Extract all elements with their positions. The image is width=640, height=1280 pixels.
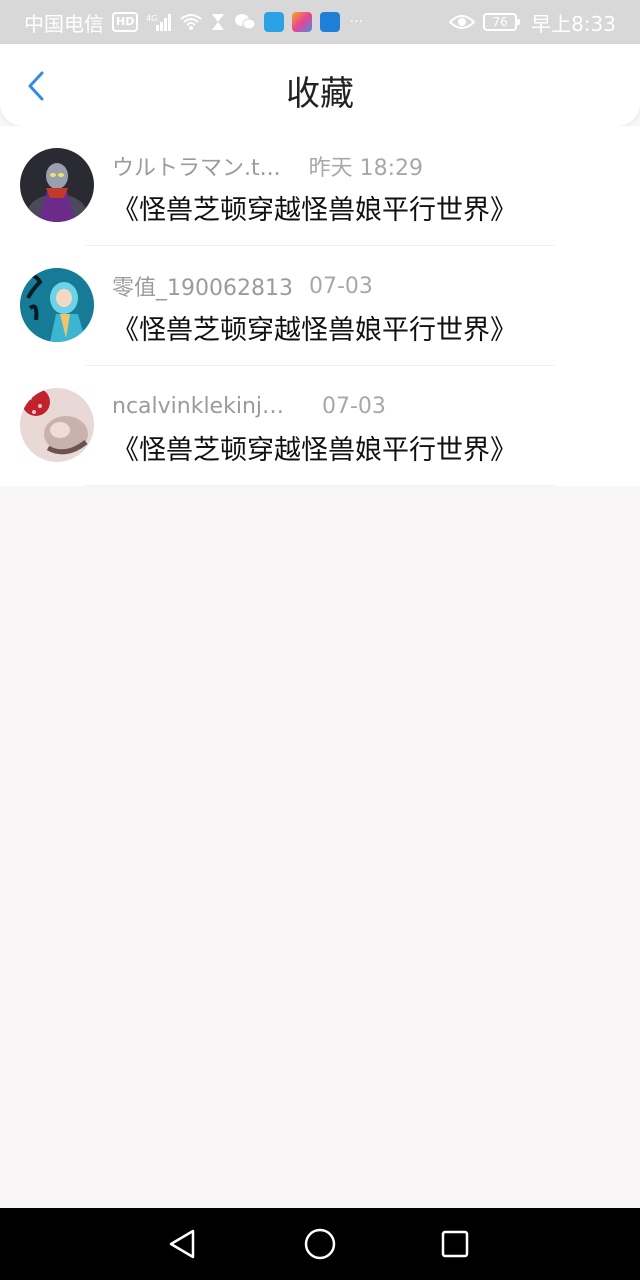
list-item[interactable]: ウルトラマン.t... 昨天 18:29 《怪兽芝顿穿越怪兽娘平行世界》 [0,126,640,246]
username[interactable]: 零值_190062813 [112,270,293,302]
item-meta: ウルトラマン.t... 昨天 18:29 [112,150,423,182]
username[interactable]: ncalvinklekinje... [112,394,294,419]
home-circle-icon[interactable] [302,1226,338,1262]
app-icon-multicolor [292,12,313,32]
item-meta: 零值_190062813 07-03 [112,270,373,302]
eye-icon [449,11,476,33]
status-left: 中国电信 HD 4G ··· [24,8,364,37]
hd-badge: HD [112,12,139,32]
network-label: 4G [146,14,157,23]
system-nav-bar [0,1208,640,1280]
signal-icon: 4G [146,11,172,33]
hourglass-icon [210,11,226,33]
more-icon: ··· [349,14,364,30]
back-triangle-icon[interactable] [164,1226,200,1262]
timestamp: 07-03 [322,393,386,419]
item-meta: ncalvinklekinje... 07-03 [112,390,386,422]
status-right: 76 早上8:33 [449,8,616,37]
carrier-label: 中国电信 [24,11,104,36]
wifi-icon [180,11,202,33]
avatar[interactable] [20,268,94,342]
bookmark-list: ウルトラマン.t... 昨天 18:29 《怪兽芝顿穿越怪兽娘平行世界》 零值_… [0,126,640,486]
battery-icon: 76 [483,13,521,31]
header-bar: 收藏 [0,44,640,126]
app-icon-cloud [320,12,341,32]
page-title: 收藏 [286,74,354,114]
status-bar: 中国电信 HD 4G ··· 76 早上8:33 [0,0,640,44]
username[interactable]: ウルトラマン.t... [112,150,281,182]
clock: 早上8:33 [531,11,616,36]
bookmark-title[interactable]: 《怪兽芝顿穿越怪兽娘平行世界》 [112,188,517,227]
wechat-icon [234,11,256,33]
list-item[interactable]: ncalvinklekinje... 07-03 《怪兽芝顿穿越怪兽娘平行世界》 [0,366,640,486]
divider [86,485,554,486]
timestamp: 昨天 18:29 [308,156,424,181]
avatar[interactable] [20,388,94,462]
avatar[interactable] [20,148,94,222]
list-item[interactable]: 零值_190062813 07-03 《怪兽芝顿穿越怪兽娘平行世界》 [0,246,640,366]
bookmark-title[interactable]: 《怪兽芝顿穿越怪兽娘平行世界》 [112,428,517,467]
bookmark-title[interactable]: 《怪兽芝顿穿越怪兽娘平行世界》 [112,308,517,347]
recents-square-icon[interactable] [437,1226,473,1262]
app-icon-blue [264,12,285,32]
timestamp: 07-03 [308,273,373,299]
battery-level: 76 [492,15,508,29]
